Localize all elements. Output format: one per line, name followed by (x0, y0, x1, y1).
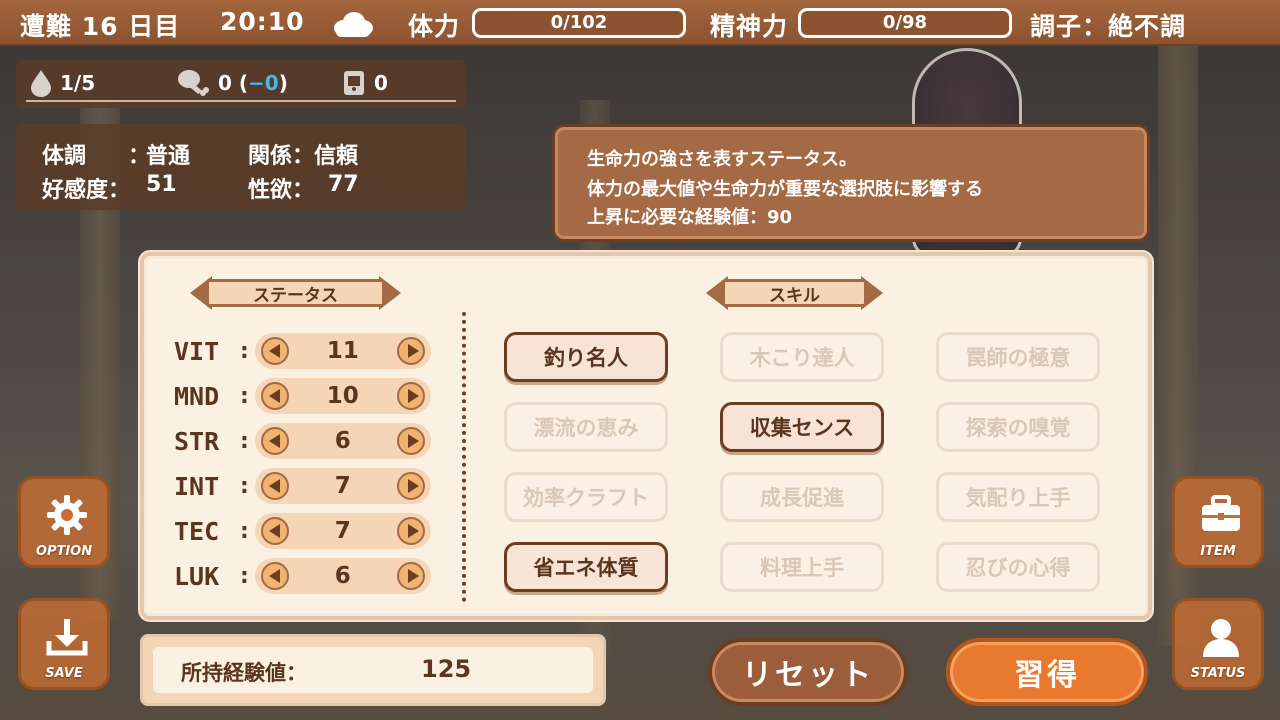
skill-button[interactable]: 収集センス (720, 402, 884, 452)
stat-row-mnd: MND:10 (174, 377, 431, 415)
mind-bar: 0/98 (798, 8, 1012, 38)
water-count: 1/5 (60, 71, 96, 95)
stat-increase-button[interactable] (396, 472, 425, 500)
stat-increase-button[interactable] (396, 427, 425, 455)
day-counter: 遭難 16 日目 (20, 12, 181, 41)
growth-panel: ステータス スキル VIT:11 MND:10 STR:6 INT:7 TEC:7 LUK… (140, 252, 1152, 620)
clock: 20:10 (220, 7, 305, 36)
learn-button[interactable]: 習得 (946, 638, 1148, 706)
stamina-value: 0/102 (550, 12, 608, 33)
stat-colon: : (240, 473, 249, 499)
stat-stepper: 11 (254, 333, 431, 369)
relation-panel: 体調 ： 普通 関係：信頼 好感度： 51 性欲： 77 (16, 124, 466, 210)
skill-header-label: スキル (722, 279, 867, 307)
skill-button[interactable]: 効率クラフト (504, 472, 668, 522)
stat-increase-button[interactable] (396, 517, 425, 545)
stat-description-tooltip: 生命力の強さを表すステータス。 体力の最大値や生命力が重要な選択肢に影響する 上… (552, 124, 1150, 242)
item-count: 0 (374, 71, 388, 95)
status-label: STATUS (1190, 666, 1246, 681)
skill-button[interactable]: 忍びの心得 (936, 542, 1100, 592)
skill-button[interactable]: 罠師の極意 (936, 332, 1100, 382)
stat-row-luk: LUK:6 (174, 557, 431, 595)
affection-value: 51 (146, 172, 177, 197)
gear-icon (47, 495, 87, 535)
stat-stepper: 6 (254, 558, 431, 594)
food-delta: −0 (248, 71, 279, 95)
skill-section-header: スキル (706, 276, 883, 310)
stat-stepper: 6 (254, 423, 431, 459)
option-label: OPTION (35, 544, 93, 559)
stat-increase-button[interactable] (396, 382, 425, 410)
skill-button[interactable]: 料理上手 (720, 542, 884, 592)
top-status-bar: 遭難 16 日目 20:10 体力 0/102 精神力 0/98 調子：絶不調 (0, 0, 1280, 46)
stat-colon: : (240, 518, 249, 544)
experience-panel: 所持経験値： 125 (140, 634, 606, 706)
experience-value: 125 (421, 655, 472, 683)
stat-colon: : (240, 383, 249, 409)
skill-button[interactable]: 気配り上手 (936, 472, 1100, 522)
stat-increase-button[interactable] (396, 562, 425, 590)
stat-colon: : (240, 428, 249, 454)
person-icon (1203, 619, 1239, 657)
item-button[interactable]: ITEM (1172, 476, 1264, 568)
section-divider (462, 312, 466, 602)
save-button[interactable]: SAVE (18, 598, 110, 690)
bottle-icon (344, 71, 364, 95)
stat-stepper: 7 (254, 513, 431, 549)
health-value: 普通 (146, 144, 191, 169)
food-count-prefix: 0 ( (218, 71, 249, 95)
water-drop-icon (31, 70, 51, 97)
meat-icon (178, 70, 209, 96)
download-icon (46, 619, 88, 656)
stamina-label: 体力 (408, 12, 461, 41)
relation-label: 関係：信頼 (248, 144, 359, 169)
mind-value: 0/98 (882, 12, 928, 33)
stat-row-int: INT:7 (174, 467, 431, 505)
skill-button[interactable]: 釣り名人 (504, 332, 668, 382)
resource-panel: 1/5 0 (−0) 0 (16, 60, 466, 108)
mind-label: 精神力 (710, 12, 789, 41)
stat-increase-button[interactable] (396, 337, 425, 365)
water-resource: 1/5 (30, 68, 95, 98)
food-count-suffix: ) (278, 71, 288, 95)
affection-label: 好感度： (42, 178, 131, 203)
reset-button[interactable]: リセット (708, 638, 908, 706)
tooltip-line-1: 生命力の強さを表すステータス。 (587, 149, 857, 170)
health-label: 体調 (42, 144, 87, 169)
briefcase-icon (1202, 495, 1240, 531)
option-button[interactable]: OPTION (18, 476, 110, 568)
skill-button[interactable]: 成長促進 (720, 472, 884, 522)
status-section-header: ステータス (190, 276, 401, 310)
food-resource: 0 (−0) (176, 68, 288, 98)
tooltip-line-3: 上昇に必要な経験値：90 (587, 207, 793, 228)
cloud-icon (334, 12, 373, 37)
stat-stepper: 10 (254, 378, 431, 414)
skill-button[interactable]: 漂流の恵み (504, 402, 668, 452)
skill-button[interactable]: 木こり達人 (720, 332, 884, 382)
stat-colon: : (240, 338, 249, 364)
food-count: 0 (−0) (218, 71, 288, 95)
stat-row-tec: TEC:7 (174, 512, 431, 550)
skill-button[interactable]: 省エネ体質 (504, 542, 668, 592)
experience-label: 所持経験値： (181, 661, 307, 685)
tooltip-line-2: 体力の最大値や生命力が重要な選択肢に影響する (587, 179, 983, 200)
status-header-label: ステータス (206, 279, 385, 307)
status-button[interactable]: STATUS (1172, 598, 1264, 690)
item-resource: 0 (342, 68, 388, 98)
experience-inner: 所持経験値： 125 (153, 647, 593, 693)
stamina-bar: 0/102 (472, 8, 686, 38)
condition-label: 調子：絶不調 (1030, 12, 1187, 41)
stat-row-str: STR:6 (174, 422, 431, 460)
skill-button[interactable]: 探索の嗅覚 (936, 402, 1100, 452)
stat-stepper: 7 (254, 468, 431, 504)
lust-value: 77 (328, 172, 359, 197)
lust-label: 性欲： (248, 178, 315, 203)
stat-row-vit: VIT:11 (174, 332, 431, 370)
save-label: SAVE (45, 666, 83, 681)
item-label: ITEM (1200, 544, 1236, 559)
stat-colon: : (240, 563, 249, 589)
resource-divider (26, 100, 456, 102)
